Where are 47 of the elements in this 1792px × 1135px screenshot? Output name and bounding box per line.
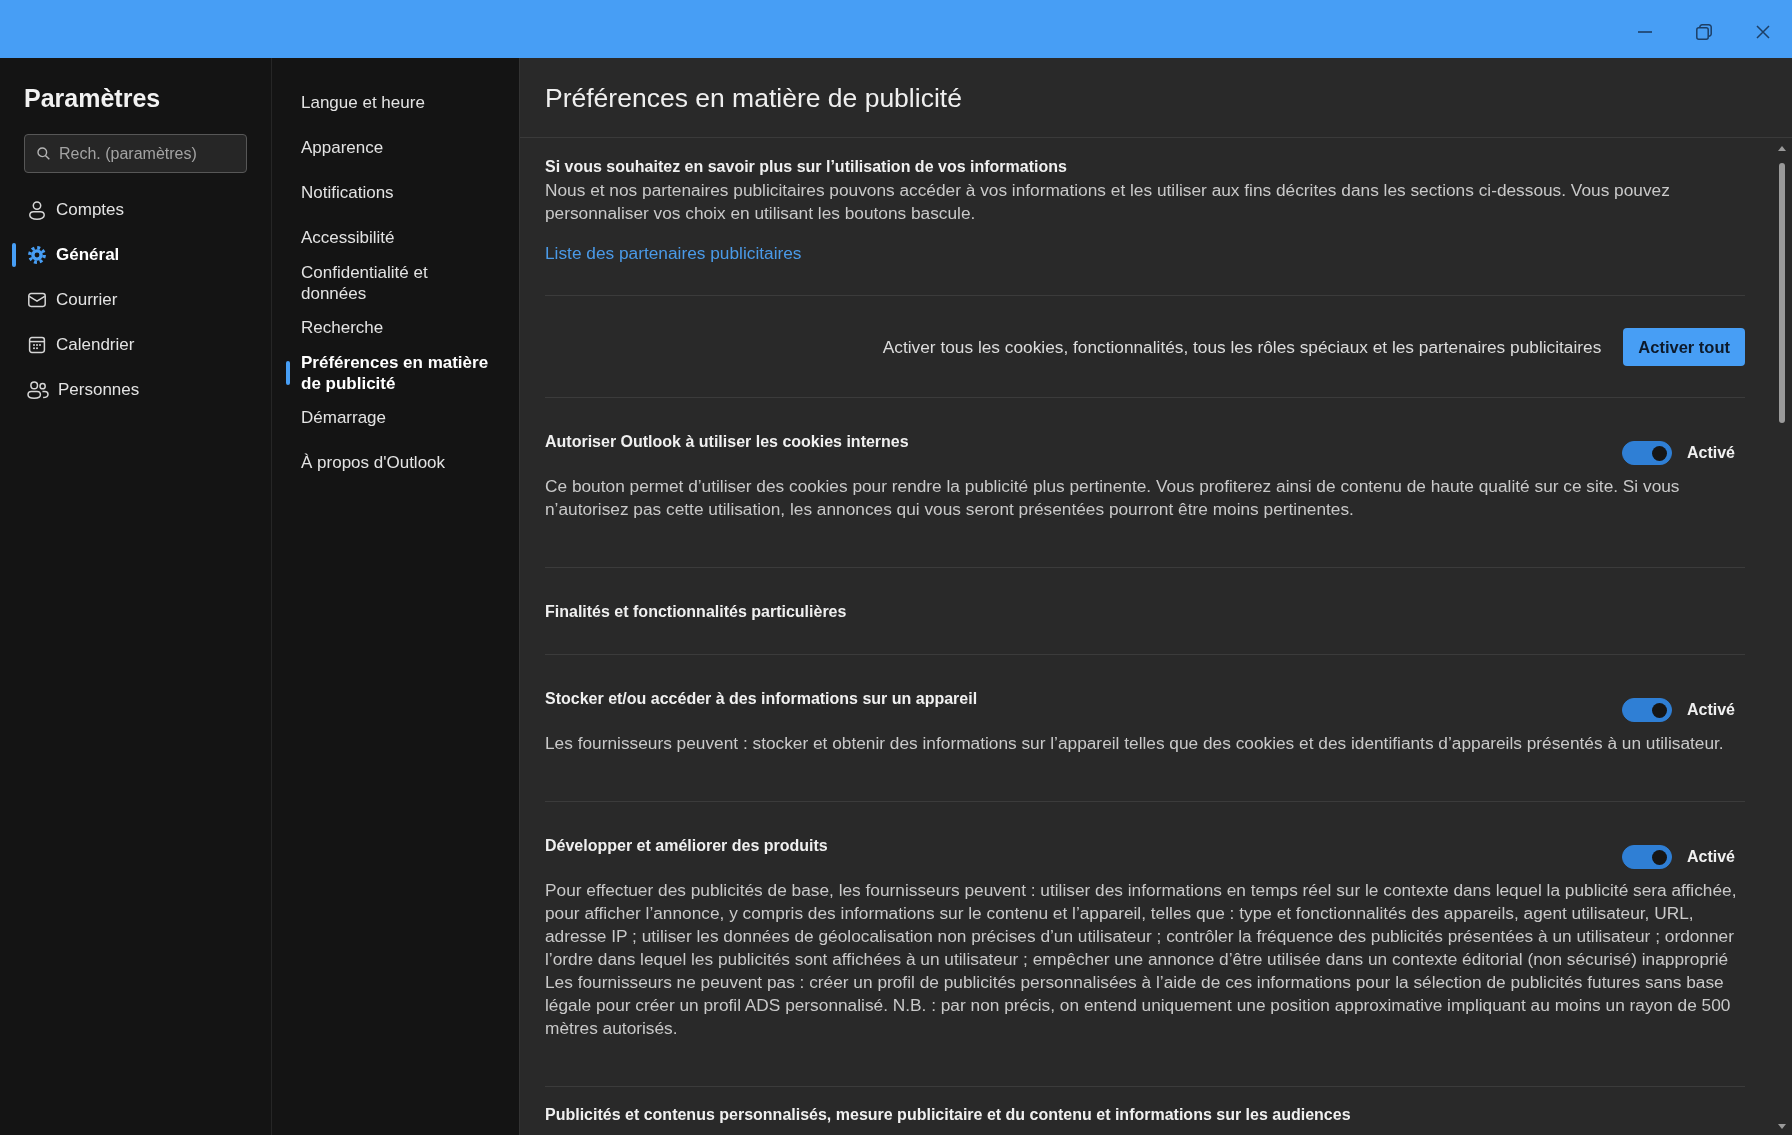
settings-category[interactable]: Apparence	[284, 125, 510, 170]
section-heading: Développer et améliorer des produits	[545, 836, 829, 856]
scroll-down-icon[interactable]	[1778, 1124, 1786, 1129]
section-description: Ce bouton permet d’utiliser des cookies pour rendre la publicité plus pertinente. Vous profiterez ainsi de contenu de haute qualité sur ce site. Si vous n’autorisez pas cette utilisation, les annonces qui vous seront présentées pourront être moins pertinentes.	[545, 475, 1681, 521]
toggle-label: Activé	[1686, 443, 1735, 463]
section-heading: Stocker et/ou accéder à des informations sur un appareil	[545, 689, 979, 709]
section-description: Pour effectuer des publicités de base, les fournisseurs peuvent : utiliser des informations en temps réel sur le contexte dans lequel la publicité sera affichée, pour afficher l’annonce, y compris des informations sur le contenu et l’appareil, telles que : type et fonctionnalités des appareils, agent utilisateur, URL, adresse IP ; utiliser les données de géolocalisation non précises d’un utilisateur ; contrôler la fréquence des publicités présentées à un utilisateur ; ordonner l’ordre dans lequel les publicités sont affichées à un utilisateur ; empêcher une annonce d’être utilisée dans un contexte éditorial (non sécurisé) inapproprié Les fournisseurs ne peuvent pas : créer un profil de publicités personnalisées à l’aide de ces informations pour la sélection de publicités futures sans base légale pour créer un profil ADS personnalisé. N.B. : par non précis, on entend uniquement une position approximative impliquant au moins un rayon de 500 mètres autorisés.	[545, 879, 1738, 1040]
close-icon	[1755, 25, 1770, 39]
sidebar-title: Paramètres	[24, 83, 161, 114]
section-heading: Autoriser Outlook à utiliser les cookies internes	[545, 432, 910, 452]
section-heading: Publicités et contenus personnalisés, mesure publicitaire et du contenu et informations sur les audiences	[545, 1105, 1352, 1125]
sidebar-item[interactable]: Calendrier	[8, 322, 261, 367]
scrollbar-thumb[interactable]	[1779, 163, 1785, 423]
toggle-label: Activé	[1686, 847, 1735, 867]
page-title: Préférences en matière de publicité	[545, 81, 962, 114]
toggle-label: Activé	[1686, 700, 1735, 720]
settings-category[interactable]: Confidentialité et données	[284, 260, 510, 305]
action-description: Activer tous les cookies, fonctionnalités, tous les rôles spéciaux et les partenaires publicitaires	[882, 335, 1602, 359]
settings-category[interactable]: Langue et heure	[284, 80, 510, 125]
activate-all-button[interactable]: Activer tout	[1623, 328, 1745, 366]
restore-icon	[1695, 24, 1712, 40]
section-heading: Si vous souhaitez en savoir plus sur l’utilisation de vos informations	[545, 157, 1068, 177]
sidebar-item[interactable]: Général	[8, 232, 261, 277]
toggle-switch[interactable]	[1621, 845, 1672, 869]
toggle-switch[interactable]	[1621, 698, 1672, 722]
section-description: Les fournisseurs peuvent : stocker et obtenir des informations sur l’appareil telles que des cookies et des identifiants d’appareils présentés à un utilisateur.	[545, 732, 1725, 755]
settings-category[interactable]: Accessibilité	[284, 215, 510, 260]
scroll-up-icon[interactable]	[1778, 146, 1786, 151]
toggle-switch[interactable]	[1621, 441, 1672, 465]
settings-category[interactable]: À propos d'Outlook	[284, 440, 510, 485]
search-field[interactable]: Rech. (paramètres)	[24, 134, 247, 173]
gear-icon	[27, 244, 47, 265]
sidebar-item[interactable]: Personnes	[8, 367, 261, 412]
settings-category[interactable]: Notifications	[284, 170, 510, 215]
settings-category[interactable]: Préférences en matière de publicité	[284, 350, 510, 395]
section-description: Nous et nos partenaires publicitaires pouvons accéder à vos informations et les utiliser aux fins décrites dans les sections ci-dessous. Vous pouvez personnaliser vos choix en utilisant les boutons bascule.	[545, 179, 1671, 225]
sidebar-item[interactable]: Courrier	[8, 277, 261, 322]
search-icon	[37, 147, 50, 160]
people-icon	[27, 379, 49, 400]
settings-category[interactable]: Démarrage	[284, 395, 510, 440]
calendar-icon	[27, 334, 47, 355]
person-icon	[27, 199, 47, 220]
partners-link[interactable]: Liste des partenaires publicitaires	[545, 243, 802, 263]
minimize-icon	[1637, 31, 1652, 33]
settings-category[interactable]: Recherche	[284, 305, 510, 350]
section-heading: Finalités et fonctionnalités particulières	[545, 602, 848, 622]
sidebar-item[interactable]: Comptes	[8, 187, 261, 232]
